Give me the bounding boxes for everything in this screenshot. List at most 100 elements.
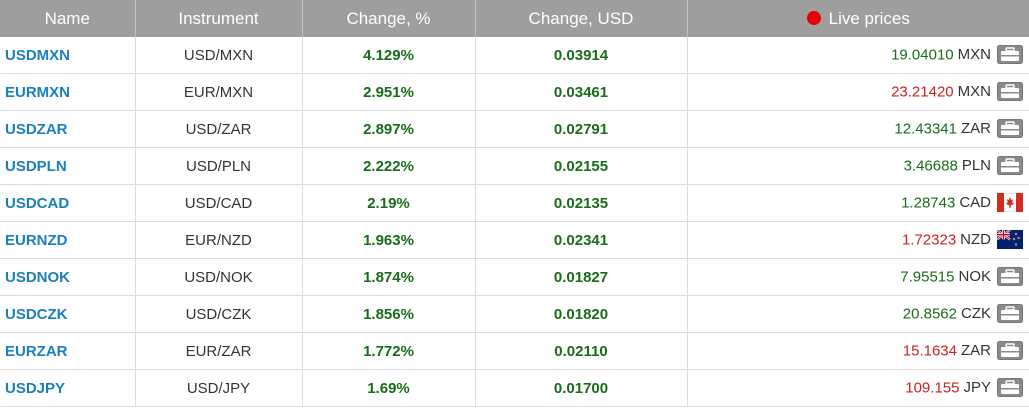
currency-code: JPY [963, 378, 991, 396]
instrument-cell: USD/PLN [135, 147, 303, 185]
table-row: USDCAD USD/CAD 2.19% 0.02135 1.28743 CAD [0, 184, 1029, 222]
table-row: USDZAR USD/ZAR 2.897% 0.02791 12.43341 ZAR [0, 110, 1029, 148]
briefcase-icon[interactable] [997, 266, 1023, 286]
table-row: USDJPY USD/JPY 1.69% 0.01700 109.155 JPY [0, 369, 1029, 407]
live-price-cell: 1.28743 CAD [687, 184, 1029, 222]
currency-code: MXN [957, 45, 991, 63]
column-header-name[interactable]: Name [0, 0, 136, 37]
price-value: 12.43341 [894, 119, 957, 137]
change-pct-cell: 1.874% [302, 258, 476, 296]
currency-code: PLN [961, 156, 991, 174]
instrument-cell: USD/ZAR [135, 110, 303, 148]
instrument-link[interactable]: USDZAR [5, 121, 68, 138]
change-usd-cell: 0.01700 [475, 369, 688, 407]
briefcase-icon[interactable] [997, 44, 1023, 64]
change-pct-cell: 2.951% [302, 73, 476, 111]
change-usd-cell: 0.03461 [475, 73, 688, 111]
live-indicator-icon [806, 11, 821, 26]
live-price-cell: 109.155 JPY [687, 369, 1029, 407]
instrument-cell: USD/MXN [135, 37, 303, 74]
change-pct-cell: 1.69% [302, 369, 476, 407]
change-usd-cell: 0.01820 [475, 295, 688, 333]
price-value: 1.28743 [901, 193, 956, 211]
live-prices-label: Live prices [828, 8, 910, 28]
instrument-link[interactable]: USDNOK [5, 269, 70, 286]
instrument-cell: USD/CZK [135, 295, 303, 333]
instrument-link[interactable]: USDJPY [5, 380, 65, 397]
new-zealand-flag-icon[interactable] [996, 228, 1023, 249]
briefcase-icon[interactable] [997, 81, 1023, 101]
currency-code: CZK [961, 304, 991, 322]
name-cell: USDMXN [0, 37, 136, 74]
instrument-link[interactable]: EURZAR [5, 343, 68, 360]
instrument-link[interactable]: USDCZK [5, 306, 68, 323]
currency-code: NZD [960, 230, 991, 248]
name-cell: USDZAR [0, 110, 136, 148]
currency-code: NOK [958, 267, 991, 285]
currency-table: Name Instrument Change, % Change, USD Li… [0, 0, 1029, 407]
instrument-link[interactable]: EURMXN [5, 84, 70, 101]
currency-code: ZAR [961, 119, 991, 137]
name-cell: EURZAR [0, 332, 136, 370]
change-pct-cell: 4.129% [302, 37, 476, 74]
name-cell: EURNZD [0, 221, 136, 259]
instrument-cell: USD/NOK [135, 258, 303, 296]
price-value: 3.46688 [903, 156, 958, 174]
price-value: 1.72323 [901, 230, 957, 248]
briefcase-icon[interactable] [997, 155, 1023, 175]
price-value: 20.8562 [902, 304, 957, 322]
change-pct-cell: 2.897% [302, 110, 476, 148]
canada-flag-icon[interactable] [996, 192, 1024, 212]
column-header-instrument[interactable]: Instrument [135, 0, 303, 37]
briefcase-icon[interactable] [997, 303, 1023, 323]
instrument-cell: EUR/NZD [135, 221, 303, 259]
currency-code: CAD [959, 193, 991, 211]
change-pct-cell: 1.963% [302, 221, 476, 259]
change-pct-cell: 2.222% [302, 147, 476, 185]
briefcase-icon[interactable] [997, 118, 1023, 138]
change-usd-cell: 0.02791 [475, 110, 688, 148]
live-price-cell: 7.95515 NOK [687, 258, 1029, 296]
currency-code: ZAR [961, 341, 991, 359]
name-cell: USDJPY [0, 369, 136, 407]
instrument-link[interactable]: USDPLN [5, 158, 67, 175]
live-price-cell: 20.8562 CZK [687, 295, 1029, 333]
change-pct-cell: 2.19% [302, 184, 476, 222]
change-usd-cell: 0.02155 [475, 147, 688, 185]
instrument-link[interactable]: USDCAD [5, 195, 69, 212]
briefcase-icon[interactable] [997, 340, 1023, 360]
change-pct-cell: 1.856% [302, 295, 476, 333]
instrument-link[interactable]: EURNZD [5, 232, 68, 249]
price-value: 19.04010 [891, 45, 954, 63]
instrument-cell: USD/JPY [135, 369, 303, 407]
name-cell: EURMXN [0, 73, 136, 111]
live-price-cell: 12.43341 ZAR [687, 110, 1029, 148]
change-usd-cell: 0.01827 [475, 258, 688, 296]
instrument-link[interactable]: USDMXN [5, 47, 70, 64]
live-price-cell: 23.21420 MXN [687, 73, 1029, 111]
name-cell: USDCZK [0, 295, 136, 333]
change-pct-cell: 1.772% [302, 332, 476, 370]
change-usd-cell: 0.03914 [475, 37, 688, 74]
column-header-change-usd[interactable]: Change, USD [475, 0, 688, 37]
table-row: USDCZK USD/CZK 1.856% 0.01820 20.8562 CZK [0, 295, 1029, 333]
live-price-cell: 19.04010 MXN [687, 37, 1029, 74]
table-row: EURMXN EUR/MXN 2.951% 0.03461 23.21420 MXN [0, 73, 1029, 111]
live-price-cell: 3.46688 PLN [687, 147, 1029, 185]
briefcase-icon[interactable] [997, 377, 1023, 397]
change-usd-cell: 0.02135 [475, 184, 688, 222]
name-cell: USDNOK [0, 258, 136, 296]
table-header-row: Name Instrument Change, % Change, USD Li… [0, 0, 1029, 37]
table-row: USDNOK USD/NOK 1.874% 0.01827 7.95515 NOK [0, 258, 1029, 296]
live-price-cell: 15.1634 ZAR [687, 332, 1029, 370]
table-row: EURZAR EUR/ZAR 1.772% 0.02110 15.1634 ZAR [0, 332, 1029, 370]
column-header-live-prices[interactable]: Live prices [687, 0, 1029, 37]
instrument-cell: EUR/MXN [135, 73, 303, 111]
table-row: USDPLN USD/PLN 2.222% 0.02155 3.46688 PLN [0, 147, 1029, 185]
currency-code: MXN [957, 82, 991, 100]
price-value: 7.95515 [900, 267, 955, 285]
name-cell: USDPLN [0, 147, 136, 185]
column-header-change-pct[interactable]: Change, % [302, 0, 476, 37]
instrument-cell: EUR/ZAR [135, 332, 303, 370]
name-cell: USDCAD [0, 184, 136, 222]
